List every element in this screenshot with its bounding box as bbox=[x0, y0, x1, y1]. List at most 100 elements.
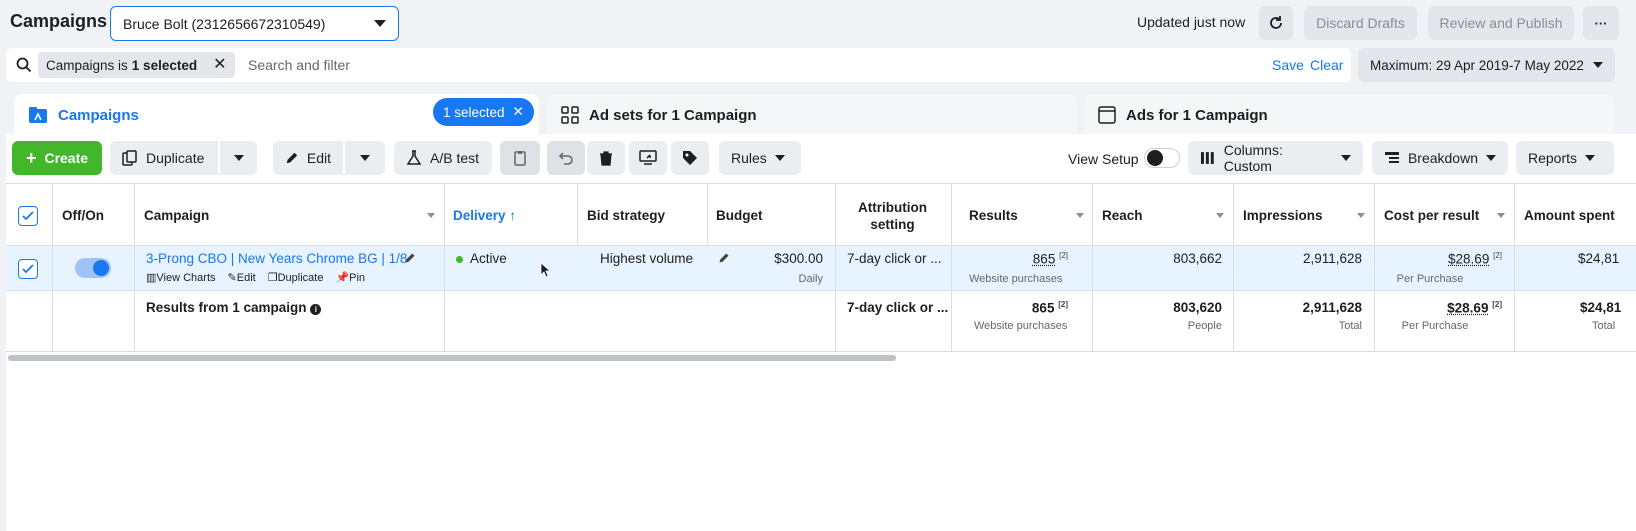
sort-caret-icon[interactable] bbox=[1497, 213, 1505, 218]
tab-ads-label: Ads for 1 Campaign bbox=[1126, 106, 1268, 124]
tag-button[interactable] bbox=[671, 141, 709, 175]
clipboard-button[interactable] bbox=[500, 141, 540, 175]
filter-chip-value: 1 selected bbox=[131, 57, 198, 73]
results-number[interactable]: 865 bbox=[1033, 252, 1056, 267]
results-type: Website purchases bbox=[969, 273, 1063, 285]
campaign-toggle[interactable] bbox=[75, 258, 111, 278]
ab-test-button-label: A/B test bbox=[430, 150, 480, 166]
filter-chip[interactable]: Campaigns is 1 selected ✕ bbox=[38, 52, 235, 78]
view-charts-link[interactable]: ▥View Charts bbox=[146, 271, 216, 284]
columns-button-label: Columns: Custom bbox=[1223, 142, 1283, 174]
totals-cost-per-result: $28.69 [2] bbox=[1380, 300, 1502, 316]
attribution-value: 7-day click or ... bbox=[847, 251, 942, 266]
duplicate-dropdown[interactable] bbox=[220, 141, 257, 175]
totals-results-number: 865 bbox=[1031, 300, 1055, 316]
discard-drafts-button[interactable]: Discard Drafts bbox=[1304, 6, 1417, 40]
horizontal-scrollbar[interactable] bbox=[8, 355, 896, 361]
totals-reach: 803,620 bbox=[1173, 300, 1222, 315]
close-icon[interactable]: ✕ bbox=[513, 104, 524, 120]
column-header-attribution[interactable]: Attribution setting bbox=[845, 199, 940, 233]
column-header-delivery[interactable]: Delivery ↑ bbox=[453, 208, 516, 223]
edit-dropdown[interactable] bbox=[345, 141, 385, 175]
column-header-reach[interactable]: Reach bbox=[1102, 208, 1143, 223]
preview-button[interactable] bbox=[629, 141, 667, 175]
attribution-header-line2: setting bbox=[870, 217, 915, 232]
mouse-cursor-icon bbox=[540, 262, 552, 278]
view-setup-toggle[interactable] bbox=[1144, 148, 1180, 168]
toggle-knob bbox=[1147, 150, 1163, 166]
reach-value: 803,662 bbox=[1173, 251, 1222, 266]
duplicate-button[interactable]: Duplicate bbox=[110, 141, 218, 175]
review-publish-button[interactable]: Review and Publish bbox=[1428, 6, 1574, 40]
totals-cost-type: Per Purchase bbox=[1401, 320, 1469, 332]
sort-caret-icon[interactable] bbox=[1076, 213, 1084, 218]
search-input[interactable]: Search and filter bbox=[248, 57, 350, 73]
sort-caret-icon[interactable] bbox=[1216, 213, 1224, 218]
view-setup-label: View Setup bbox=[1068, 151, 1139, 167]
select-all-checkbox[interactable] bbox=[18, 206, 38, 226]
selected-pill[interactable]: 1 selected ✕ bbox=[433, 98, 534, 126]
column-header-off-on[interactable]: Off/On bbox=[62, 208, 104, 223]
chevron-down-icon bbox=[1593, 62, 1603, 68]
delete-button[interactable] bbox=[587, 141, 625, 175]
campaigns-panel bbox=[6, 134, 1636, 531]
column-header-campaign[interactable]: Campaign bbox=[144, 208, 209, 223]
updated-status: Updated just now bbox=[1137, 14, 1246, 30]
totals-impressions-type: Total bbox=[1338, 320, 1362, 332]
results-value: 865 [2] bbox=[960, 251, 1068, 267]
pin-icon: 📌 bbox=[335, 272, 350, 284]
footnote-marker: [2] bbox=[1492, 300, 1502, 309]
sort-caret-icon[interactable] bbox=[427, 213, 435, 218]
pencil-icon[interactable] bbox=[404, 252, 416, 264]
pencil-icon bbox=[286, 152, 298, 164]
totals-cost-number[interactable]: $28.69 bbox=[1447, 301, 1488, 316]
edit-button-label: Edit bbox=[306, 150, 331, 166]
campaign-name-link[interactable]: 3-Prong CBO | New Years Chrome BG | 1/8 bbox=[146, 251, 407, 266]
pencil-icon[interactable] bbox=[718, 252, 730, 264]
create-button[interactable]: + Create bbox=[12, 141, 102, 175]
footnote-marker: [2] bbox=[1059, 251, 1068, 260]
attribution-header-line1: Attribution bbox=[858, 200, 927, 215]
undo-button[interactable] bbox=[547, 141, 585, 175]
budget-value: $300.00 bbox=[774, 251, 823, 266]
column-header-budget[interactable]: Budget bbox=[716, 208, 763, 223]
footnote-marker: [2] bbox=[1493, 251, 1502, 260]
ads-icon bbox=[1098, 106, 1116, 124]
breakdown-button[interactable]: Breakdown bbox=[1372, 141, 1508, 175]
column-header-amount-spent[interactable]: Amount spent bbox=[1524, 208, 1615, 223]
column-header-cost-per-result[interactable]: Cost per result bbox=[1384, 208, 1479, 223]
ab-test-button[interactable]: A/B test bbox=[394, 141, 492, 175]
cost-number[interactable]: $28.69 bbox=[1448, 252, 1489, 267]
tab-ads[interactable]: Ads for 1 Campaign bbox=[1084, 94, 1614, 136]
columns-button[interactable]: Columns: Custom bbox=[1188, 141, 1363, 175]
row-edit-link[interactable]: ✎Edit bbox=[228, 271, 256, 284]
active-status-dot bbox=[456, 256, 463, 263]
row-duplicate-link[interactable]: ❐Duplicate bbox=[268, 271, 324, 284]
info-icon[interactable]: i bbox=[310, 304, 322, 315]
search-filter-bar[interactable]: Campaigns is 1 selected ✕ Search and fil… bbox=[6, 48, 1351, 82]
campaign-icon bbox=[29, 107, 47, 123]
row-pin-link[interactable]: 📌Pin bbox=[335, 271, 365, 284]
date-range-picker[interactable]: Maximum: 29 Apr 2019-7 May 2022 bbox=[1358, 48, 1615, 82]
rules-button[interactable]: Rules bbox=[719, 141, 801, 175]
tab-ad-sets[interactable]: Ad sets for 1 Campaign bbox=[547, 94, 1077, 136]
top-bar: Campaigns Bruce Bolt (2312656672310549) … bbox=[0, 0, 1636, 46]
column-header-bid-strategy[interactable]: Bid strategy bbox=[587, 208, 665, 223]
columns-icon bbox=[1200, 152, 1214, 164]
view-charts-label: View Charts bbox=[156, 272, 216, 284]
clear-filter-link[interactable]: Clear bbox=[1310, 57, 1343, 73]
close-icon[interactable]: ✕ bbox=[213, 57, 226, 73]
cost-per-result-value: $28.69 [2] bbox=[1380, 251, 1502, 267]
save-filter-link[interactable]: Save bbox=[1272, 57, 1304, 73]
edit-button[interactable]: Edit bbox=[273, 141, 343, 175]
row-pin-label: Pin bbox=[349, 272, 366, 284]
account-select[interactable]: Bruce Bolt (2312656672310549) bbox=[110, 6, 399, 41]
clipboard-icon bbox=[514, 151, 526, 166]
column-header-impressions[interactable]: Impressions bbox=[1243, 208, 1323, 223]
more-options-button[interactable]: ··· bbox=[1583, 6, 1619, 40]
reports-button[interactable]: Reports bbox=[1516, 141, 1614, 175]
sort-caret-icon[interactable] bbox=[1357, 213, 1365, 218]
column-header-results[interactable]: Results bbox=[969, 208, 1018, 223]
refresh-button[interactable] bbox=[1259, 6, 1293, 40]
row-checkbox[interactable] bbox=[18, 259, 38, 279]
